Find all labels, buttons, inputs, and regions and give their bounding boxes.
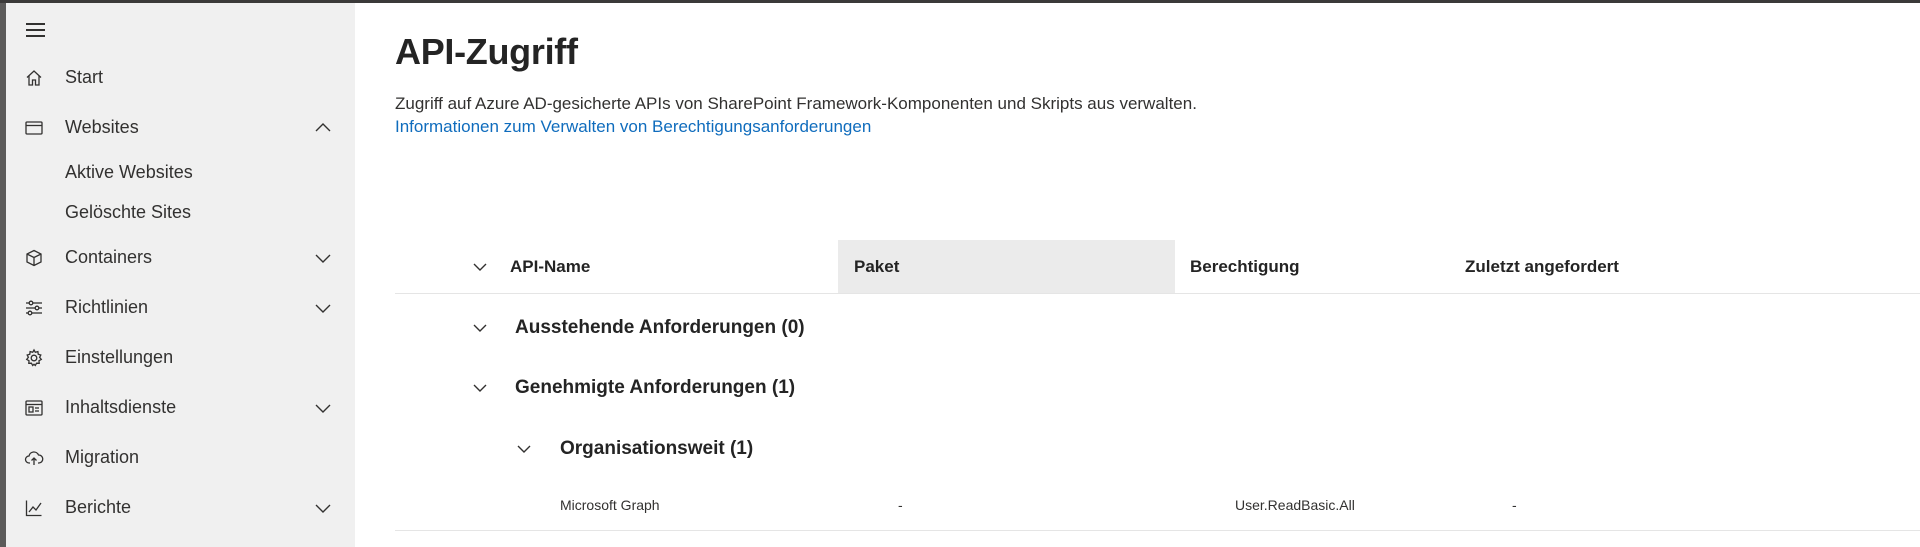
table-row-package: - [898, 497, 903, 513]
sidebar-item-label: Richtlinien [65, 297, 149, 317]
sidebar-item-richtlinien[interactable]: Richtlinien [6, 288, 355, 328]
sidebar-subitem-deleted-sites[interactable]: Gelöschte Sites [65, 202, 191, 223]
page-title: API-Zugriff [395, 31, 578, 72]
sidebar-item-label: Einstellungen [65, 347, 174, 367]
cloud-upload-icon [24, 448, 44, 468]
content-services-icon [24, 398, 44, 418]
sidebar-item-migration[interactable]: Migration [6, 438, 355, 478]
hamburger-menu-icon[interactable] [24, 19, 48, 41]
chevron-down-icon[interactable] [314, 500, 332, 516]
sidebar-item-einstellungen[interactable]: Einstellungen [6, 338, 355, 378]
chevron-up-icon[interactable] [314, 120, 332, 136]
subgroup-header-organization-wide[interactable]: Organisationsweit (1) [560, 438, 753, 460]
sidebar-item-label: Berichte [65, 497, 132, 517]
group-approved-chevron-icon[interactable] [471, 381, 489, 395]
line-chart-icon [24, 498, 44, 518]
website-icon [24, 118, 44, 138]
group-header-approved[interactable]: Genehmigte Anforderungen (1) [515, 377, 795, 399]
home-icon [24, 68, 44, 88]
chevron-down-icon[interactable] [314, 250, 332, 266]
table-header-divider [395, 293, 1920, 294]
chevron-down-icon[interactable] [314, 400, 332, 416]
column-header-package[interactable]: Paket [838, 240, 1175, 293]
sidebar-item-label: Migration [65, 447, 140, 467]
group-pending-chevron-icon[interactable] [471, 321, 489, 335]
column-header-api-name[interactable]: API-Name [500, 240, 693, 293]
gear-icon [24, 348, 44, 368]
main-content: API-Zugriff Zugriff auf Azure AD-gesiche… [355, 3, 1920, 547]
table-row-last-requested: - [1512, 497, 1517, 513]
sliders-icon [24, 298, 44, 318]
sidebar-subitem-active-websites[interactable]: Aktive Websites [65, 162, 193, 183]
table-row-api-name[interactable]: Microsoft Graph [560, 497, 660, 513]
sidebar-item-label: Containers [65, 247, 153, 267]
sidebar-item-containers[interactable]: Containers [6, 238, 355, 278]
sidebar: Start Websites Aktive Websites Gelöschte… [6, 3, 355, 547]
column-header-permission[interactable]: Berechtigung [1175, 240, 1435, 293]
group-header-pending[interactable]: Ausstehende Anforderungen (0) [515, 317, 805, 339]
sidebar-item-label: Websites [65, 117, 139, 137]
sidebar-item-start[interactable]: Start [6, 58, 355, 98]
permission-requests-help-link[interactable]: Informationen zum Verwalten von Berechti… [395, 117, 871, 137]
table-row-permission: User.ReadBasic.All [1235, 497, 1355, 513]
column-header-last-requested[interactable]: Zuletzt angefordert [1455, 240, 1715, 293]
subgroup-org-chevron-icon[interactable] [515, 442, 533, 456]
sidebar-item-inhaltsdienste[interactable]: Inhaltsdienste [6, 388, 355, 428]
table-row-divider [395, 530, 1920, 531]
collapse-all-chevron-icon[interactable] [471, 260, 489, 274]
page-description: Zugriff auf Azure AD-gesicherte APIs von… [395, 94, 1197, 113]
sidebar-item-websites[interactable]: Websites [6, 108, 355, 148]
cube-icon [24, 248, 44, 268]
sidebar-item-label: Inhaltsdienste [65, 397, 177, 417]
sidebar-item-label: Start [65, 67, 104, 87]
sidebar-item-berichte[interactable]: Berichte [6, 488, 355, 528]
chevron-down-icon[interactable] [314, 300, 332, 316]
